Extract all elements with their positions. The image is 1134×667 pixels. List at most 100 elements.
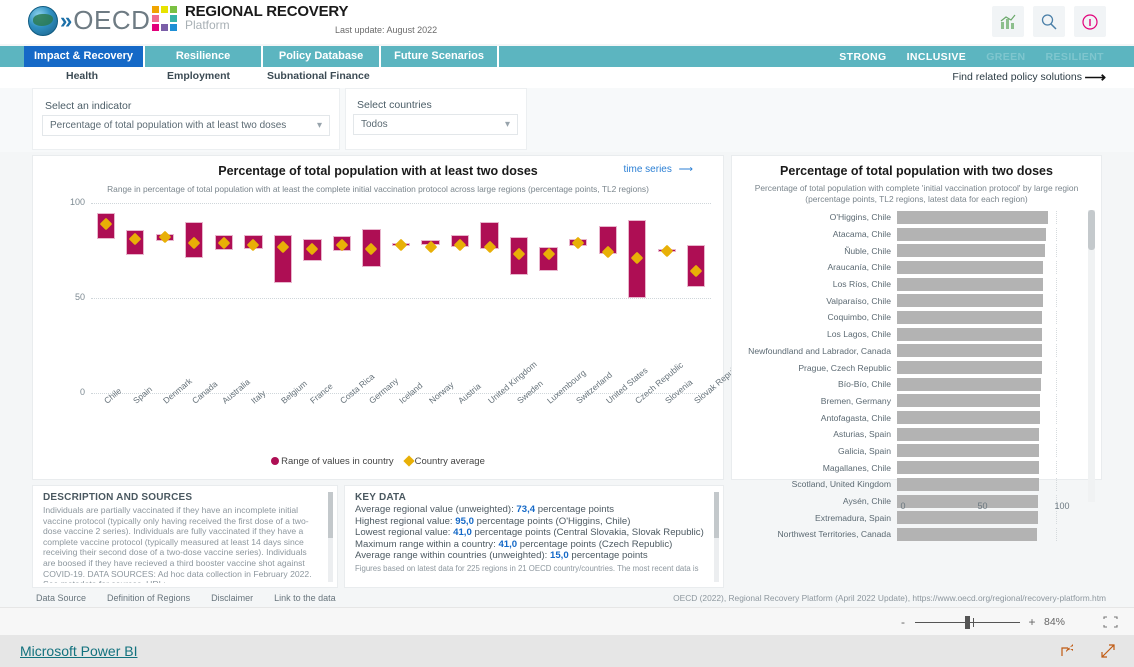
region-bar-fill[interactable] (897, 210, 1049, 224)
region-bar-row[interactable]: Los Lagos, Chile (732, 326, 1101, 343)
region-bar-fill[interactable] (897, 277, 1044, 291)
footer-link-disclaimer[interactable]: Disclaimer (211, 593, 253, 603)
zoom-slider-tick (973, 617, 974, 627)
region-bar-fill[interactable] (897, 511, 1038, 525)
country-average-marker[interactable] (660, 244, 674, 257)
country-average-marker[interactable] (158, 230, 172, 244)
zoom-in-button[interactable]: + (1027, 615, 1037, 629)
platform-logo[interactable]: REGIONAL RECOVERY Platform (152, 4, 348, 32)
region-bar-fill[interactable] (897, 327, 1043, 341)
pillar-green[interactable]: GREEN (986, 51, 1025, 63)
footer-link-link-to-the-data[interactable]: Link to the data (274, 593, 336, 603)
region-bar-fill[interactable] (897, 294, 1044, 308)
legend-range-label: Range of values in country (281, 456, 394, 467)
range-plot-area[interactable]: 0 50 100 (70, 197, 711, 397)
oecd-logo[interactable]: » OECD (28, 5, 150, 36)
footer-link-data-source[interactable]: Data Source (36, 593, 86, 603)
info-icon[interactable] (1074, 6, 1106, 37)
region-bar-fill[interactable] (897, 227, 1046, 241)
countries-select[interactable]: Todos ▾ (353, 114, 518, 135)
pillar-resilient[interactable]: RESILIENT (1046, 51, 1104, 63)
subnav-item-subnational-finance[interactable]: Subnational Finance (267, 70, 370, 82)
find-policy-solutions-link[interactable]: Find related policy solutions (952, 71, 1082, 83)
pillar-inclusive[interactable]: INCLUSIVE (907, 51, 967, 63)
region-bar-row[interactable]: Asturias, Spain (732, 426, 1101, 443)
region-bar-fill[interactable] (897, 411, 1041, 425)
region-bar-fill[interactable] (897, 377, 1041, 391)
key-data-panel: KEY DATA Average regional value (unweigh… (344, 485, 724, 588)
tab-resilience[interactable]: Resilience (145, 46, 264, 67)
region-bar-fill[interactable] (897, 310, 1043, 324)
subnav-item-health[interactable]: Health (66, 70, 98, 82)
region-bar-fill[interactable] (897, 527, 1038, 541)
region-bar-row[interactable]: O'Higgins, Chile (732, 209, 1101, 226)
region-bar-fill[interactable] (897, 344, 1043, 358)
region-label: Los Ríos, Chile (832, 279, 891, 290)
zoom-slider-track[interactable] (915, 615, 1020, 629)
region-bar-row[interactable]: Araucanía, Chile (732, 259, 1101, 276)
indicator-select[interactable]: Percentage of total population with at l… (42, 115, 330, 136)
region-bar-list[interactable]: O'Higgins, Chile Atacama, Chile Ñuble, Chi… (732, 209, 1101, 543)
description-scrollbar-thumb[interactable] (328, 492, 333, 538)
footer-link-definition-of-regions[interactable]: Definition of Regions (107, 593, 190, 603)
zoom-control[interactable]: - + 84% (898, 615, 1074, 629)
region-bar-row[interactable]: Coquimbo, Chile (732, 309, 1101, 326)
region-bar-row[interactable]: Magallanes, Chile (732, 459, 1101, 476)
header-icon-group (992, 6, 1106, 37)
region-bar-row[interactable]: Bremen, Germany (732, 393, 1101, 410)
key-data-line-label: Average regional value (unweighted): (355, 504, 517, 515)
region-bar-row[interactable]: Northwest Territories, Canada (732, 526, 1101, 543)
powerbi-actions (1060, 643, 1116, 664)
region-bar-row[interactable]: Extremadura, Spain (732, 509, 1101, 526)
region-bar-fill[interactable] (897, 427, 1040, 441)
region-bar-row[interactable]: Newfoundland and Labrador, Canada (732, 343, 1101, 360)
region-bar-fill[interactable] (897, 494, 1038, 508)
zoom-out-button[interactable]: - (898, 615, 908, 629)
key-data-line-suffix: percentage points (568, 550, 648, 562)
key-data-line-label: Highest regional value: (355, 515, 456, 527)
filter-bar: Select an indicator Percentage of total … (0, 88, 1134, 152)
region-bar-fill[interactable] (897, 461, 1039, 475)
powerbi-brand-link[interactable]: Microsoft Power BI (20, 643, 137, 659)
region-bar-row[interactable]: Atacama, Chile (732, 226, 1101, 243)
region-bar-track (897, 511, 1057, 525)
chart-icon[interactable] (992, 6, 1024, 37)
subnav-item-employment[interactable]: Employment (167, 70, 230, 82)
region-bar-row[interactable]: Antofagasta, Chile (732, 409, 1101, 426)
tab-future-scenarios[interactable]: Future Scenarios (381, 46, 500, 67)
share-icon[interactable] (1060, 643, 1076, 664)
key-data-heading: KEY DATA (355, 492, 407, 503)
time-series-link[interactable]: time series ⟶ (624, 164, 693, 175)
region-bar-fill[interactable] (897, 394, 1041, 408)
pillar-strong[interactable]: STRONG (839, 51, 886, 63)
tab-impact-recovery[interactable]: Impact & Recovery (24, 46, 146, 67)
arrow-right-icon[interactable]: ⟶ (1084, 68, 1106, 86)
region-bar-fill[interactable] (897, 244, 1046, 258)
region-list-scrollbar-track[interactable] (1088, 210, 1095, 502)
key-data-scrollbar-thumb[interactable] (714, 492, 719, 538)
fit-to-page-icon[interactable] (1103, 616, 1118, 631)
vertical-gridline (1056, 444, 1057, 458)
region-bar-row[interactable]: Aysén, Chile (732, 493, 1101, 510)
region-bar-row[interactable]: Galicia, Spain (732, 443, 1101, 460)
region-label: Aysén, Chile (842, 496, 891, 507)
sub-navigation: Health Employment Subnational Finance Fi… (0, 67, 1134, 88)
region-bar-row[interactable]: Scotland, United Kingdom (732, 476, 1101, 493)
region-bar-row[interactable]: Los Ríos, Chile (732, 276, 1101, 293)
region-bar-fill[interactable] (897, 260, 1044, 274)
region-list-scrollbar-thumb[interactable] (1088, 210, 1095, 250)
region-bar-row[interactable]: Valparaíso, Chile (732, 292, 1101, 309)
region-bar-row[interactable]: Prague, Czech Republic (732, 359, 1101, 376)
fullscreen-icon[interactable] (1100, 643, 1116, 664)
tab-policy-database[interactable]: Policy Database (263, 46, 382, 67)
search-icon[interactable] (1033, 6, 1065, 37)
region-bar-fill[interactable] (897, 444, 1039, 458)
region-bar-row[interactable]: Bío-Bío, Chile (732, 376, 1101, 393)
zoom-slider-thumb[interactable] (965, 615, 970, 629)
country-average-marker[interactable] (394, 238, 408, 252)
key-data-line-value: 95,0 (455, 515, 474, 527)
x-axis-labels: Chile Spain Denmark Canada Australia Italy Bel… (91, 359, 746, 456)
region-bar-fill[interactable] (897, 477, 1039, 491)
region-bar-fill[interactable] (897, 361, 1042, 375)
region-bar-row[interactable]: Ñuble, Chile (732, 242, 1101, 259)
